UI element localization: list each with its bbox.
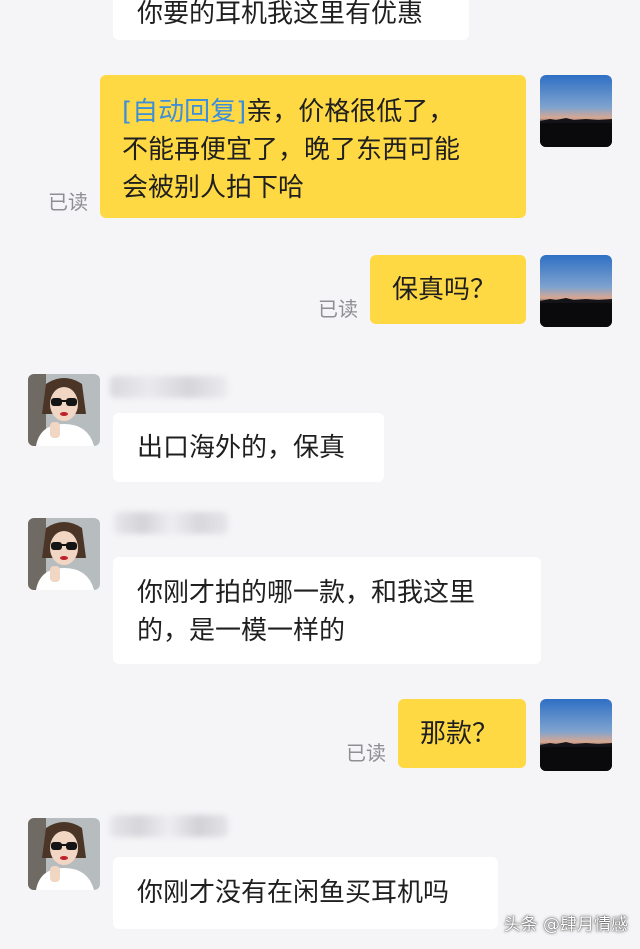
message-text: 亲，价格很低了， [246,97,455,127]
contact-avatar[interactable] [28,518,100,590]
watermark: 头条 @肆月情感 [503,915,628,935]
incoming-message-bubble[interactable]: 你刚才没有在闲鱼买耳机吗 [113,857,498,929]
incoming-message-bubble[interactable]: 你要的耳机我这里有优惠 [113,0,469,40]
contact-name-blurred [110,376,228,398]
message-text: 你刚才没有在闲鱼买耳机吗 [137,878,450,908]
self-avatar[interactable] [540,699,612,771]
message-line: 你刚才拍的哪一款，和我这里 [137,578,476,608]
read-status: 已读 [318,297,358,321]
contact-name-blurred [114,512,228,534]
message-line: 的，是一模一样的 [137,616,346,646]
message-text: 保真吗？ [392,275,497,305]
woman-with-sunglasses-icon [28,818,100,890]
message-text: 那款？ [420,719,499,749]
read-status: 已读 [346,741,386,765]
sunset-landscape-icon [540,699,612,771]
contact-avatar[interactable] [28,818,100,890]
message-line: 不能再便宜了，晚了东西可能 [122,135,461,165]
read-status: 已读 [48,190,88,214]
self-avatar[interactable] [540,255,612,327]
woman-with-sunglasses-icon [28,374,100,446]
chat-screen: 你要的耳机我这里有优惠 已读 [自动回复]亲，价格很低了， 不能再便宜了，晚了东… [0,0,640,949]
outgoing-message-bubble[interactable]: [自动回复]亲，价格很低了， 不能再便宜了，晚了东西可能 会被别人拍下哈 [100,75,526,218]
sunset-landscape-icon [540,255,612,327]
outgoing-message-bubble[interactable]: 保真吗？ [370,255,526,324]
message-line: 会被别人拍下哈 [122,173,305,203]
sunset-landscape-icon [540,75,612,147]
message-line: [自动回复]亲，价格很低了， [122,93,526,131]
message-text: 你要的耳机我这里有优惠 [137,0,424,29]
self-avatar[interactable] [540,75,612,147]
outgoing-message-bubble[interactable]: 那款？ [398,699,526,768]
message-text: 出口海外的，保真 [137,433,346,463]
woman-with-sunglasses-icon [28,518,100,590]
contact-name-blurred [110,815,228,837]
incoming-message-bubble[interactable]: 出口海外的，保真 [113,413,384,482]
incoming-message-bubble[interactable]: 你刚才拍的哪一款，和我这里 的，是一模一样的 [113,557,541,664]
contact-avatar[interactable] [28,374,100,446]
auto-reply-tag: [自动回复] [122,97,247,127]
